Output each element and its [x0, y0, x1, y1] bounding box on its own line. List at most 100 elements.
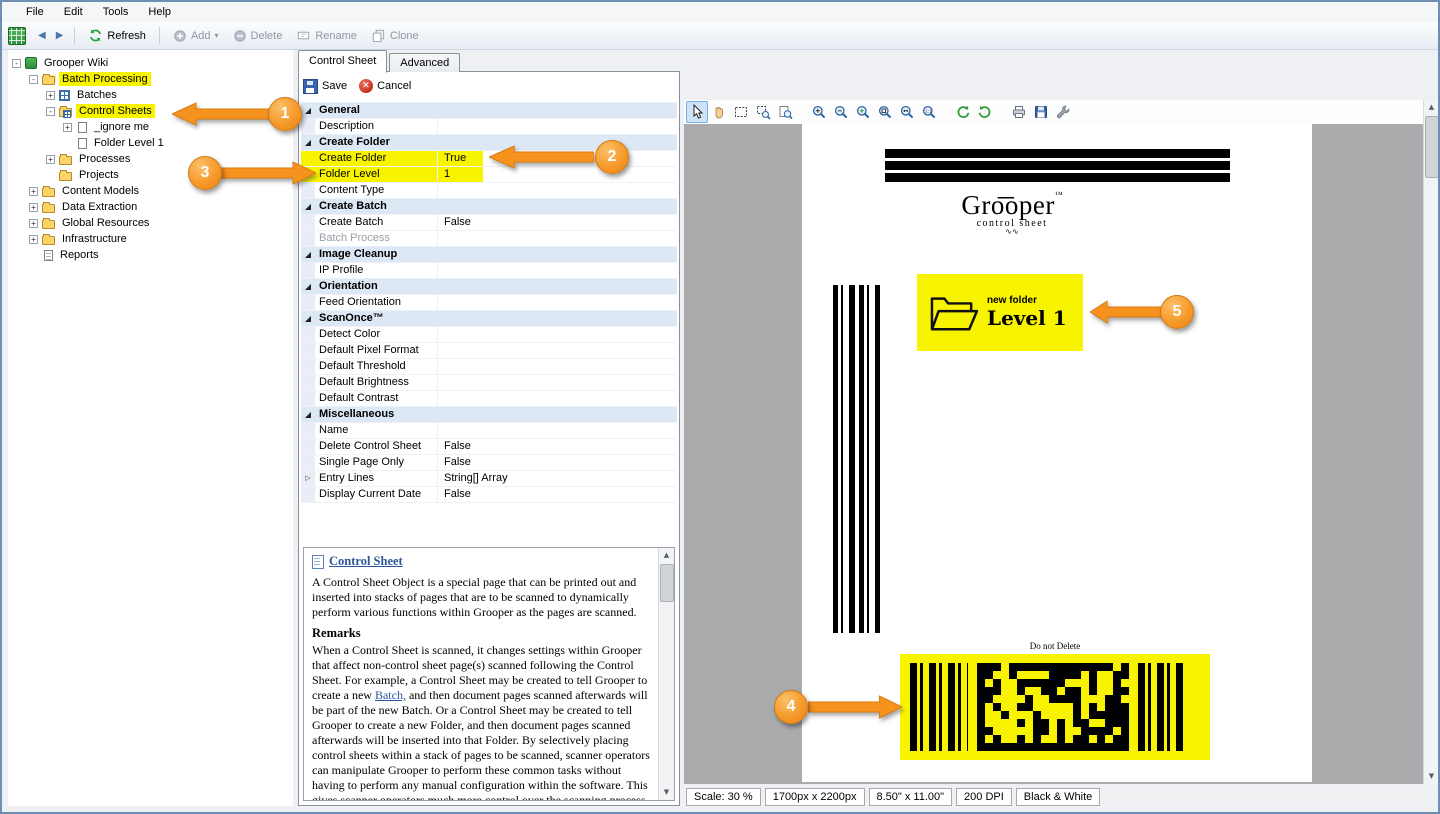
scroll-down-icon[interactable]: ▼ — [659, 785, 674, 800]
property-row[interactable]: Create Batch False — [301, 215, 677, 231]
menu-help[interactable]: Help — [138, 4, 181, 20]
select-region-icon[interactable] — [730, 101, 752, 123]
property-value[interactable] — [437, 263, 677, 278]
property-value[interactable]: False — [437, 439, 677, 454]
property-row[interactable]: IP Profile — [301, 263, 677, 279]
image-viewer-canvas[interactable]: Gro͞oper™ control sheet ∿∿ new folder Le… — [684, 124, 1423, 784]
property-row[interactable]: Name — [301, 423, 677, 439]
property-value[interactable]: String[] Array — [437, 471, 677, 486]
property-value[interactable]: False — [437, 487, 677, 502]
property-row[interactable]: Detect Color — [301, 327, 677, 343]
zoom-region-icon[interactable] — [752, 101, 774, 123]
property-row[interactable]: Single Page Only False — [301, 455, 677, 471]
image-settings-icon[interactable] — [1052, 101, 1074, 123]
property-value[interactable] — [437, 391, 677, 406]
tree-item[interactable]: + Data Extraction — [8, 199, 293, 215]
scrollbar-thumb[interactable] — [660, 564, 674, 602]
property-value[interactable] — [437, 343, 677, 358]
save-image-icon[interactable] — [1030, 101, 1052, 123]
zoom-dynamic-icon[interactable] — [852, 101, 874, 123]
scroll-up-icon[interactable]: ▲ — [1424, 100, 1438, 115]
property-value[interactable] — [437, 375, 677, 390]
refresh-button[interactable]: Refresh — [82, 26, 152, 45]
scroll-down-icon[interactable]: ▼ — [1424, 769, 1438, 784]
scroll-up-icon[interactable]: ▲ — [659, 548, 674, 563]
rename-button[interactable]: Rename — [290, 26, 363, 45]
property-row[interactable]: Description — [301, 119, 677, 135]
property-value[interactable] — [437, 183, 677, 198]
property-row[interactable]: ◢ Image Cleanup — [301, 247, 677, 263]
rotate-ccw-icon[interactable] — [952, 101, 974, 123]
property-row[interactable]: Content Type — [301, 183, 677, 199]
tree-expand-toggle[interactable]: - — [12, 58, 21, 68]
scrollbar-thumb[interactable] — [1425, 116, 1438, 178]
pan-tool-icon[interactable] — [708, 101, 730, 123]
rotate-cw-icon[interactable] — [974, 101, 996, 123]
tree-expand-toggle[interactable]: + — [29, 218, 38, 228]
property-value[interactable] — [437, 423, 677, 438]
property-value[interactable]: False — [437, 215, 677, 230]
property-row[interactable]: Default Contrast — [301, 391, 677, 407]
tree-expand-toggle[interactable]: + — [63, 122, 72, 132]
tree-item-icon — [44, 249, 53, 261]
property-value[interactable] — [437, 295, 677, 310]
property-row[interactable]: Display Current Date False — [301, 487, 677, 503]
zoom-out-icon[interactable] — [830, 101, 852, 123]
add-button[interactable]: Add ▾ — [167, 27, 225, 45]
property-row[interactable]: ◢ Miscellaneous — [301, 407, 677, 423]
tree-item[interactable]: - Grooper Wiki — [8, 55, 293, 71]
property-row[interactable]: ◢ General — [301, 103, 677, 119]
tree-item[interactable]: - Batch Processing — [8, 71, 293, 87]
callout-circle-2: 2 — [595, 140, 629, 174]
property-row[interactable]: Default Brightness — [301, 375, 677, 391]
property-row[interactable]: Default Threshold — [301, 359, 677, 375]
menu-edit[interactable]: Edit — [54, 4, 93, 20]
zoom-in-icon[interactable] — [808, 101, 830, 123]
menu-tools[interactable]: Tools — [93, 4, 139, 20]
tab-advanced[interactable]: Advanced — [389, 53, 461, 72]
property-value[interactable]: False — [437, 455, 677, 470]
zoom-actual-icon[interactable]: 1:1 — [918, 101, 940, 123]
batch-link[interactable]: Batch, — [375, 688, 406, 702]
property-row[interactable]: Feed Orientation — [301, 295, 677, 311]
tree-item[interactable]: Folder Level 1 — [8, 135, 293, 151]
property-value[interactable] — [437, 359, 677, 374]
zoom-fit-icon[interactable] — [874, 101, 896, 123]
tree-expand-toggle[interactable]: + — [29, 234, 38, 244]
property-value[interactable] — [437, 327, 677, 342]
menu-file[interactable]: File — [16, 4, 54, 20]
viewer-scrollbar[interactable]: ▲ ▼ — [1423, 100, 1438, 784]
tree-item[interactable]: + Global Resources — [8, 215, 293, 231]
tree-item[interactable]: Reports — [8, 247, 293, 263]
help-scrollbar[interactable]: ▲ ▼ — [658, 548, 674, 800]
property-row[interactable]: Default Pixel Format — [301, 343, 677, 359]
property-row[interactable]: ◢ Orientation — [301, 279, 677, 295]
tree-item[interactable]: + Infrastructure — [8, 231, 293, 247]
save-button[interactable]: Save — [303, 78, 347, 94]
delete-button[interactable]: Delete — [227, 27, 289, 45]
add-dropdown-caret[interactable]: ▾ — [215, 31, 219, 40]
pointer-tool-icon[interactable] — [686, 101, 708, 123]
tree-expand-toggle[interactable]: + — [29, 186, 38, 196]
nav-back-button[interactable]: ◀ — [34, 28, 50, 43]
control-sheet-help-link[interactable]: Control Sheet — [329, 554, 403, 569]
tree-expand-toggle[interactable]: + — [29, 202, 38, 212]
print-icon[interactable] — [1008, 101, 1030, 123]
property-value[interactable] — [437, 119, 677, 134]
property-value[interactable] — [437, 231, 677, 246]
property-row[interactable]: Delete Control Sheet False — [301, 439, 677, 455]
zoom-width-icon[interactable] — [896, 101, 918, 123]
tree-expand-toggle[interactable]: + — [46, 154, 55, 164]
cancel-button[interactable]: ✕ Cancel — [359, 79, 411, 93]
magnifier-window-icon[interactable] — [774, 101, 796, 123]
tab-control-sheet[interactable]: Control Sheet — [298, 50, 388, 73]
property-row[interactable]: ▷ Entry Lines String[] Array — [301, 471, 677, 487]
tree-expand-toggle[interactable]: + — [46, 90, 55, 100]
clone-button[interactable]: Clone — [365, 26, 425, 45]
tree-expand-toggle[interactable]: - — [29, 74, 38, 84]
property-row[interactable]: ◢ Create Batch — [301, 199, 677, 215]
property-row[interactable]: Batch Process — [301, 231, 677, 247]
tree-expand-toggle[interactable]: - — [46, 106, 55, 116]
property-row[interactable]: ◢ ScanOnce™ — [301, 311, 677, 327]
nav-forward-button[interactable]: ▶ — [52, 28, 68, 43]
